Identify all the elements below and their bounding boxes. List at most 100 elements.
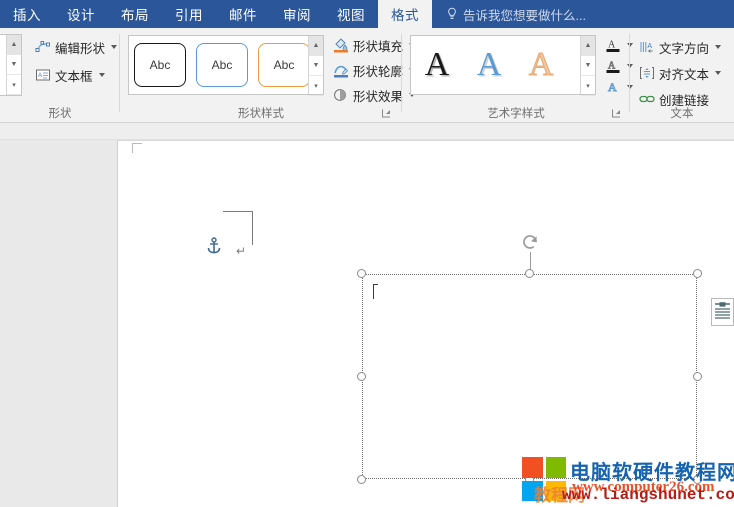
gallery-more[interactable]: ▾ (7, 75, 21, 95)
edit-shape-label: 编辑形状 (55, 38, 105, 57)
group-label-wordart-styles: 艺术字样式 (402, 105, 630, 121)
text-effects-icon: A (605, 79, 621, 95)
shapes-gallery-scrollbar[interactable]: ▲ ▼ ▾ (6, 35, 21, 95)
shape-styles-gallery[interactable]: Abc Abc Abc ▲ ▼ ▾ (128, 35, 324, 95)
resize-handle-middle-right[interactable] (693, 372, 702, 381)
text-box-button[interactable]: A 文本框 (32, 64, 120, 86)
shape-fill-icon (333, 37, 349, 53)
anchor-icon[interactable] (206, 237, 222, 255)
wordart-label: A (425, 46, 450, 84)
rotate-icon[interactable] (520, 232, 540, 252)
svg-text:A: A (608, 40, 616, 51)
wordart-styles-gallery[interactable]: A A A ▲ ▼ ▾ (410, 35, 596, 95)
align-text-icon (639, 65, 655, 81)
svg-text:A: A (38, 73, 42, 79)
resize-handle-top-right[interactable] (693, 269, 702, 278)
text-direction-button[interactable]: A 文字方向 (636, 36, 724, 58)
tab-references[interactable]: 引用 (162, 0, 216, 28)
wordart-dialog-launcher[interactable] (611, 108, 622, 119)
shape-styles-scrollbar[interactable]: ▲ ▼ ▾ (308, 36, 323, 94)
wordart-scroll-up[interactable]: ▲ (581, 36, 595, 56)
tell-me-placeholder: 告诉我您想要做什么... (463, 5, 586, 24)
shape-style-label: Abc (150, 58, 171, 72)
tab-layout[interactable]: 布局 (108, 0, 162, 28)
text-box-label: 文本框 (55, 66, 93, 85)
ribbon-body: ▲ ▼ ▾ 编辑形状 (0, 28, 734, 123)
resize-handle-bottom-center[interactable] (525, 475, 534, 484)
shape-styles-dialog-launcher[interactable] (381, 108, 392, 119)
wordart-label: A (529, 46, 554, 84)
shape-outline-icon (333, 62, 349, 78)
wordart-scroll-down[interactable]: ▼ (581, 56, 595, 76)
styles-scroll-up[interactable]: ▲ (309, 36, 323, 56)
wordart-gallery-scrollbar[interactable]: ▲ ▼ ▾ (580, 36, 595, 94)
shape-border[interactable] (362, 274, 697, 479)
shape-style-thumb-3[interactable]: Abc (258, 43, 310, 87)
resize-handle-bottom-left[interactable] (357, 475, 366, 484)
chevron-down-icon[interactable] (99, 73, 105, 77)
document-page[interactable]: ↵ (117, 140, 734, 507)
ruler-strip (0, 123, 734, 140)
ribbon-group-shape-styles: Abc Abc Abc ▲ ▼ ▾ (120, 28, 402, 123)
ribbon-group-text: A 文字方向 对齐文本 (630, 28, 734, 123)
text-box-shape[interactable] (362, 274, 697, 479)
layout-options-button[interactable] (711, 298, 734, 326)
edit-shape-button[interactable]: 编辑形状 (32, 36, 120, 58)
wordart-thumb-3[interactable]: A (515, 40, 567, 90)
align-text-label: 对齐文本 (659, 64, 709, 83)
styles-scroll-down[interactable]: ▼ (309, 56, 323, 76)
text-cursor-tick (373, 284, 378, 285)
chevron-down-icon[interactable] (715, 71, 721, 75)
chevron-down-icon[interactable] (715, 45, 721, 49)
tell-me-search[interactable]: 告诉我您想要做什么... (446, 0, 586, 28)
paragraph-mark: ↵ (236, 244, 246, 259)
styles-more[interactable]: ▾ (309, 76, 323, 96)
wordart-label: A (477, 46, 502, 84)
resize-handle-bottom-right[interactable] (693, 475, 702, 484)
margin-corner-mark (132, 143, 142, 153)
group-label-shape-styles: 形状样式 (120, 105, 402, 121)
shapes-gallery[interactable]: ▲ ▼ ▾ (0, 34, 22, 96)
wordart-thumb-2[interactable]: A (463, 40, 515, 90)
svg-text:A: A (608, 61, 616, 72)
gallery-scroll-down[interactable]: ▼ (7, 55, 21, 75)
wordart-more[interactable]: ▾ (581, 76, 595, 96)
document-area: ↵ (0, 123, 734, 507)
ribbon-group-shape: ▲ ▼ ▾ 编辑形状 (0, 28, 120, 123)
text-cursor (373, 284, 374, 299)
wordart-thumb-1[interactable]: A (411, 40, 463, 90)
shape-fill-label: 形状填充 (353, 36, 403, 55)
gallery-scroll-up[interactable]: ▲ (7, 35, 21, 55)
shape-outline-label: 形状轮廓 (353, 61, 403, 80)
chevron-down-icon[interactable] (111, 45, 117, 49)
shape-style-label: Abc (212, 58, 233, 72)
text-direction-label: 文字方向 (659, 38, 709, 57)
tab-design[interactable]: 设计 (54, 0, 108, 28)
align-text-button[interactable]: 对齐文本 (636, 62, 724, 84)
word-window: 插入 设计 布局 引用 邮件 审阅 视图 格式 告诉我您想要做什么... (0, 0, 734, 507)
text-outline-icon: A (605, 58, 621, 74)
resize-handle-middle-left[interactable] (357, 372, 366, 381)
svg-text:A: A (647, 43, 652, 50)
text-direction-icon: A (639, 39, 655, 55)
tab-review[interactable]: 审阅 (270, 0, 324, 28)
shape-effects-icon (333, 87, 349, 103)
svg-text:A: A (608, 80, 617, 94)
ribbon-tab-bar: 插入 设计 布局 引用 邮件 审阅 视图 格式 告诉我您想要做什么... (0, 0, 734, 28)
shape-effects-label: 形状效果 (353, 86, 403, 105)
shape-style-thumb-1[interactable]: Abc (134, 43, 186, 87)
resize-handle-top-left[interactable] (357, 269, 366, 278)
ribbon-group-wordart-styles: A A A ▲ ▼ ▾ A (402, 28, 630, 123)
tab-insert[interactable]: 插入 (0, 0, 54, 28)
resize-handle-top-center[interactable] (525, 269, 534, 278)
tab-mailings[interactable]: 邮件 (216, 0, 270, 28)
group-label-text: 文本 (630, 105, 734, 121)
group-label-shape: 形状 (0, 105, 120, 121)
shape-style-thumb-2[interactable]: Abc (196, 43, 248, 87)
text-box-icon: A (35, 67, 51, 83)
tab-view[interactable]: 视图 (324, 0, 378, 28)
text-boundary-corner (223, 211, 253, 245)
shape-style-label: Abc (274, 58, 295, 72)
edit-shape-icon (35, 39, 51, 55)
tab-format[interactable]: 格式 (378, 0, 432, 28)
